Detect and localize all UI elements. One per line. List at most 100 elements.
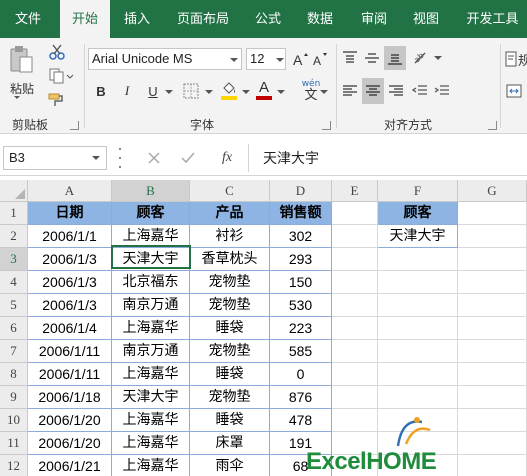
grid-cell[interactable] [332, 340, 378, 363]
grid-cell[interactable]: 2006/1/1 [28, 225, 112, 248]
grid-cell[interactable] [332, 294, 378, 317]
align-center-icon[interactable] [362, 78, 384, 104]
tab-review[interactable]: 审阅 [352, 0, 396, 38]
tab-data[interactable]: 数据 [298, 0, 342, 38]
fill-color-icon[interactable] [218, 78, 240, 102]
row-header[interactable]: 6 [0, 317, 28, 340]
alignment-launcher-icon[interactable] [488, 121, 497, 130]
row-header[interactable]: 10 [0, 409, 28, 432]
row-header[interactable]: 11 [0, 432, 28, 455]
align-left-icon[interactable] [340, 80, 360, 102]
grid-cell[interactable] [458, 294, 527, 317]
grid-cell[interactable]: 雨伞 [190, 455, 270, 476]
align-right-icon[interactable] [386, 80, 406, 102]
grid-cell[interactable]: 上海嘉华 [112, 432, 190, 455]
font-color-icon[interactable]: A [254, 78, 274, 102]
grid-cell[interactable]: 上海嘉华 [112, 455, 190, 476]
grid-cell[interactable] [458, 202, 527, 225]
grid-cell[interactable]: 宠物垫 [190, 271, 270, 294]
enter-icon[interactable] [176, 146, 200, 170]
grid-cell[interactable]: 南京万通 [112, 294, 190, 317]
grid-cell[interactable] [332, 225, 378, 248]
grid-cell[interactable]: 2006/1/20 [28, 432, 112, 455]
grid-cell[interactable]: 宠物垫 [190, 340, 270, 363]
grid-cell[interactable]: 2006/1/3 [28, 248, 112, 271]
align-middle-icon[interactable] [362, 48, 382, 68]
grid-cell[interactable]: 2006/1/4 [28, 317, 112, 340]
grid-cell[interactable]: 上海嘉华 [112, 409, 190, 432]
row-header[interactable]: 8 [0, 363, 28, 386]
grid-cell[interactable]: 2006/1/11 [28, 363, 112, 386]
row-header[interactable]: 4 [0, 271, 28, 294]
column-header-e[interactable]: E [332, 180, 378, 202]
grid-cell[interactable] [332, 386, 378, 409]
font-name-select[interactable]: Arial Unicode MS [88, 48, 242, 70]
column-header-a[interactable]: A [28, 180, 112, 202]
row-header[interactable]: 3 [0, 248, 28, 271]
cancel-icon[interactable] [142, 146, 166, 170]
chevron-down-icon[interactable] [242, 90, 250, 94]
grid-cell[interactable] [332, 271, 378, 294]
tab-view[interactable]: 视图 [404, 0, 448, 38]
grid-cell[interactable] [332, 317, 378, 340]
grid-cell[interactable]: 床罩 [190, 432, 270, 455]
tab-formulas[interactable]: 公式 [246, 0, 290, 38]
font-launcher-icon[interactable] [322, 121, 331, 130]
grid-cell[interactable] [458, 271, 527, 294]
grid-cell[interactable] [458, 386, 527, 409]
grid-cell[interactable]: 223 [270, 317, 332, 340]
column-header-f[interactable]: F [378, 180, 458, 202]
grid-cell[interactable]: 302 [270, 225, 332, 248]
grid-cell[interactable]: 2006/1/21 [28, 455, 112, 476]
tab-file[interactable]: 文件 [0, 0, 56, 38]
wrap-text-icon[interactable] [504, 50, 518, 68]
paste-icon[interactable] [6, 44, 36, 76]
grid-cell[interactable]: 睡袋 [190, 317, 270, 340]
grid-cell[interactable] [458, 317, 527, 340]
grid-cell[interactable]: 2006/1/11 [28, 340, 112, 363]
grid-cell[interactable] [332, 363, 378, 386]
merge-center-icon[interactable] [504, 80, 524, 102]
grid-cell[interactable] [378, 340, 458, 363]
tab-developer[interactable]: 开发工具 [458, 0, 527, 38]
grid-cell[interactable]: 2006/1/3 [28, 294, 112, 317]
row-header[interactable]: 5 [0, 294, 28, 317]
increase-font-icon[interactable]: A [292, 48, 310, 70]
decrease-indent-icon[interactable] [410, 80, 430, 102]
grid-cell[interactable]: 日期 [28, 202, 112, 225]
bold-button[interactable]: B [92, 80, 110, 102]
column-header-d[interactable]: D [270, 180, 332, 202]
grid-cell[interactable] [332, 248, 378, 271]
column-header-g[interactable]: G [458, 180, 527, 202]
decrease-font-icon[interactable]: A [312, 48, 330, 70]
grid-cell[interactable] [458, 340, 527, 363]
grid-cell[interactable]: 睡袋 [190, 409, 270, 432]
grid-cell[interactable]: 293 [270, 248, 332, 271]
chevron-down-icon[interactable] [320, 90, 328, 94]
grid-cell[interactable] [378, 294, 458, 317]
chevron-down-icon[interactable] [276, 58, 284, 62]
chevron-down-icon[interactable] [434, 56, 442, 60]
grid-cell[interactable]: 2006/1/3 [28, 271, 112, 294]
grid-cell[interactable] [378, 363, 458, 386]
grid-cell[interactable]: 0 [270, 363, 332, 386]
grid-cell[interactable]: 顾客 [378, 202, 458, 225]
splitter-dots-icon[interactable] [118, 148, 122, 168]
chevron-down-icon[interactable] [230, 58, 238, 62]
insert-function-button[interactable]: fx [214, 146, 240, 170]
orientation-icon[interactable]: ab [410, 48, 432, 68]
grid-cell[interactable]: 2006/1/20 [28, 409, 112, 432]
grid-cell[interactable]: 585 [270, 340, 332, 363]
row-header[interactable]: 12 [0, 455, 28, 476]
chevron-down-icon[interactable] [277, 90, 285, 94]
grid-cell[interactable] [332, 202, 378, 225]
grid-cell[interactable]: 北京福东 [112, 271, 190, 294]
column-header-b[interactable]: B [112, 180, 190, 202]
grid-cell[interactable]: 天津大宇 [378, 225, 458, 248]
cut-icon[interactable] [46, 42, 68, 62]
grid-cell[interactable]: 530 [270, 294, 332, 317]
row-header[interactable]: 1 [0, 202, 28, 225]
grid-cell[interactable]: 南京万通 [112, 340, 190, 363]
tab-home[interactable]: 开始 [60, 0, 110, 40]
grid-cell[interactable] [378, 386, 458, 409]
